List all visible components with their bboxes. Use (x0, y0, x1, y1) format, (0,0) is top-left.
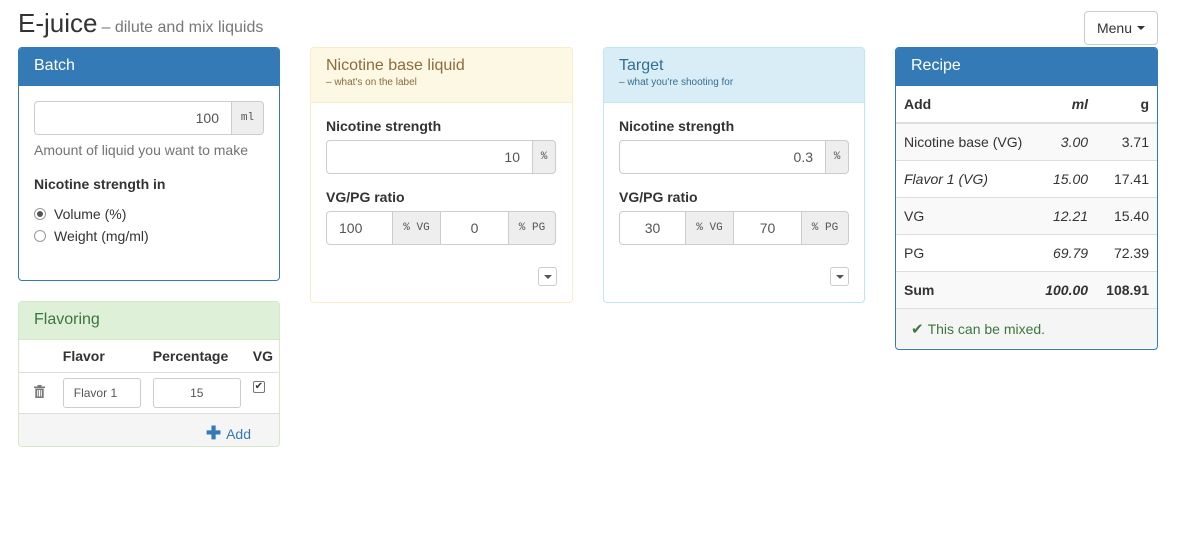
base-vg-unit: % VG (393, 211, 441, 245)
batch-amount-input[interactable] (34, 101, 232, 135)
recipe-heading: Recipe (896, 48, 1157, 86)
batch-title: Batch (34, 57, 75, 74)
col-g: g (1096, 86, 1157, 124)
add-flavor-button[interactable]: ✚ Add (19, 413, 279, 446)
nicotine-base-title: Nicotine base liquid (326, 57, 465, 74)
recipe-status: ✔ This can be mixed. (896, 308, 1157, 348)
flavoring-heading: Flavoring (19, 302, 279, 340)
recipe-sum-row: Sum 100.00 108.91 (896, 270, 1157, 308)
col-percentage: Percentage (152, 348, 229, 364)
recipe-row-ml: 69.79 (1035, 233, 1097, 271)
target-title: Target (619, 57, 664, 74)
flavor-row: ✔ (19, 372, 279, 413)
menu-button[interactable]: Menu (1084, 11, 1158, 45)
col-ml: ml (1035, 86, 1097, 124)
target-ratio-label: VG/PG ratio (619, 189, 698, 205)
flavor-table: Flavor Percentage VG ✔ (19, 340, 279, 413)
recipe-row: Nicotine base (VG) 3.00 3.71 (896, 122, 1157, 160)
page-subtitle: – dilute and mix liquids (101, 19, 264, 36)
trash-icon[interactable] (34, 385, 46, 398)
flavoring-panel: Flavoring Flavor Percentage VG Flavor 1 … (18, 301, 280, 447)
target-pg-input[interactable] (734, 211, 802, 245)
recipe-row: Flavor 1 (VG) 15.00 17.41 (896, 159, 1157, 197)
recipe-row-name: PG (896, 233, 1036, 271)
add-flavor-label: Add (226, 425, 251, 442)
recipe-row-g: 15.40 (1096, 196, 1157, 234)
base-strength-unit: % (533, 140, 556, 174)
flavor-vg-checkbox[interactable]: ✔ (252, 381, 265, 393)
page-header: E-juice – dilute and mix liquids (18, 8, 263, 39)
target-options-dropdown[interactable] (830, 267, 849, 286)
recipe-row-name: Flavor 1 (VG) (896, 159, 1036, 197)
base-pg-unit: % PG (509, 211, 556, 245)
recipe-row-ml: 15.00 (1035, 159, 1097, 197)
target-subtitle: – what you're shooting for (619, 77, 734, 88)
check-icon: ✔ (911, 320, 924, 338)
recipe-row: PG 69.79 72.39 (896, 233, 1157, 271)
recipe-row-name: VG (896, 196, 1036, 234)
batch-panel: Batch ml Amount of liquid you want to ma… (18, 47, 280, 281)
batch-amount-group: ml (34, 101, 264, 135)
batch-unit-addon: ml (232, 101, 264, 135)
strength-in-label: Nicotine strength in (34, 176, 166, 192)
base-strength-input[interactable] (326, 140, 533, 174)
col-flavor: Flavor (62, 348, 105, 364)
base-options-dropdown[interactable] (538, 267, 557, 286)
radio-weight[interactable]: Weight (mg/ml) (34, 228, 264, 244)
base-ratio-group: % VG % PG (326, 211, 557, 245)
col-vg: VG (252, 348, 273, 364)
target-strength-group: % (619, 140, 849, 174)
recipe-table: Add ml g Nicotine base (VG) 3.00 3.71 Fl… (896, 86, 1157, 308)
target-pg-unit: % PG (802, 211, 849, 245)
recipe-row-name: Nicotine base (VG) (896, 122, 1036, 160)
target-vg-input[interactable] (619, 211, 686, 245)
recipe-title: Recipe (911, 57, 961, 74)
target-ratio-group: % VG % PG (619, 211, 849, 245)
recipe-row-ml: 12.21 (1035, 196, 1097, 234)
recipe-sum-ml: 100.00 (1035, 270, 1097, 308)
nicotine-base-subtitle: – what's on the label (326, 77, 417, 88)
caret-down-icon (1137, 26, 1146, 30)
base-strength-group: % (326, 140, 557, 174)
recipe-row-g: 3.71 (1096, 122, 1157, 160)
recipe-row-ml: 3.00 (1035, 122, 1097, 160)
target-strength-label: Nicotine strength (619, 118, 735, 134)
target-heading: Target – what you're shooting for (604, 48, 864, 103)
recipe-panel: Recipe Add ml g Nicotine base (VG) 3.00 … (895, 47, 1158, 350)
radio-volume[interactable]: Volume (%) (34, 206, 264, 222)
base-strength-label: Nicotine strength (326, 118, 442, 134)
batch-amount-help: Amount of liquid you want to make (34, 142, 249, 158)
batch-heading: Batch (19, 48, 279, 86)
flavor-name-input[interactable] (62, 378, 141, 408)
recipe-sum-g: 108.91 (1096, 270, 1157, 308)
recipe-row-g: 72.39 (1096, 233, 1157, 271)
radio-weight-indicator[interactable] (34, 230, 46, 242)
menu-label: Menu (1096, 20, 1133, 36)
caret-down-icon (543, 274, 552, 279)
base-pg-input[interactable] (441, 211, 509, 245)
target-strength-input[interactable] (619, 140, 826, 174)
flavoring-title: Flavoring (34, 311, 100, 328)
radio-weight-label: Weight (mg/ml) (54, 228, 149, 244)
recipe-row-g: 17.41 (1096, 159, 1157, 197)
plus-icon: ✚ (205, 423, 222, 443)
target-strength-unit: % (826, 140, 849, 174)
caret-down-icon (835, 274, 844, 279)
radio-volume-label: Volume (%) (54, 206, 127, 222)
base-vg-input[interactable] (326, 211, 393, 245)
nicotine-base-heading: Nicotine base liquid – what's on the lab… (311, 48, 572, 103)
recipe-status-text: This can be mixed. (927, 320, 1046, 337)
flavor-percentage-input[interactable] (152, 378, 241, 408)
nicotine-base-panel: Nicotine base liquid – what's on the lab… (310, 47, 573, 303)
recipe-sum-name: Sum (896, 270, 1036, 308)
target-vg-unit: % VG (686, 211, 734, 245)
recipe-row: VG 12.21 15.40 (896, 196, 1157, 234)
page-title: E-juice (18, 8, 98, 38)
target-panel: Target – what you're shooting for Nicoti… (603, 47, 865, 303)
base-ratio-label: VG/PG ratio (326, 189, 405, 205)
col-add: Add (896, 86, 1036, 124)
radio-volume-indicator[interactable] (34, 208, 46, 220)
